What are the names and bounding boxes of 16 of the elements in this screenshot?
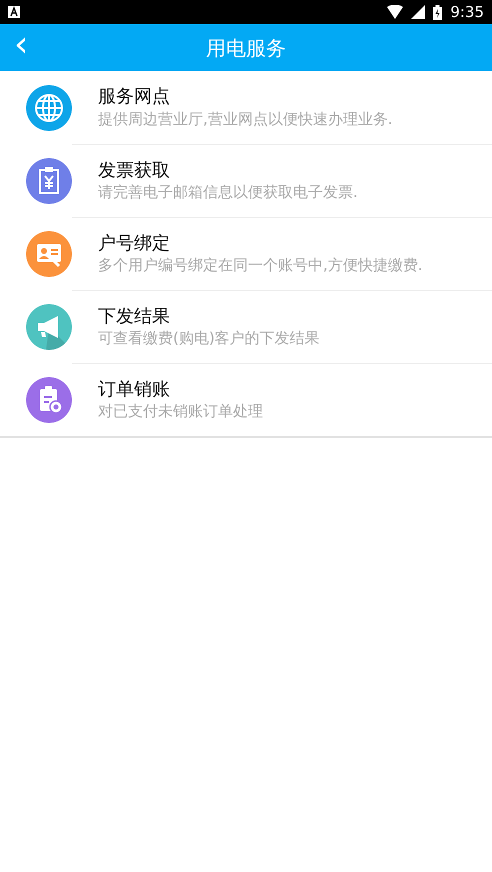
item-description: 多个用户编号绑定在同一个账号中,方便快捷缴费. [98, 255, 423, 276]
signal-icon [411, 5, 426, 19]
clock-time: 9:35 [450, 2, 484, 23]
notification-icon [8, 6, 20, 18]
item-title[interactable]: 户号绑定 [98, 232, 170, 256]
page-title: 用电服务 [206, 34, 286, 62]
wifi-icon [387, 5, 404, 19]
item-description: 请完善电子邮箱信息以便获取电子发票. [98, 182, 358, 204]
battery-icon [433, 4, 442, 20]
item-description: 对已支付未销账订单处理 [98, 401, 263, 422]
item-title[interactable]: 订单销账 [98, 378, 170, 402]
item-description: 提供周边营业厅,营业网点以便快速办理业务. [98, 108, 393, 130]
item-title[interactable]: 发票获取 [98, 158, 170, 182]
item-description: 可查看缴费(购电)客户的下发结果 [98, 328, 320, 350]
item-title[interactable]: 下发结果 [98, 304, 170, 328]
item-title[interactable]: 服务网点 [98, 85, 170, 109]
